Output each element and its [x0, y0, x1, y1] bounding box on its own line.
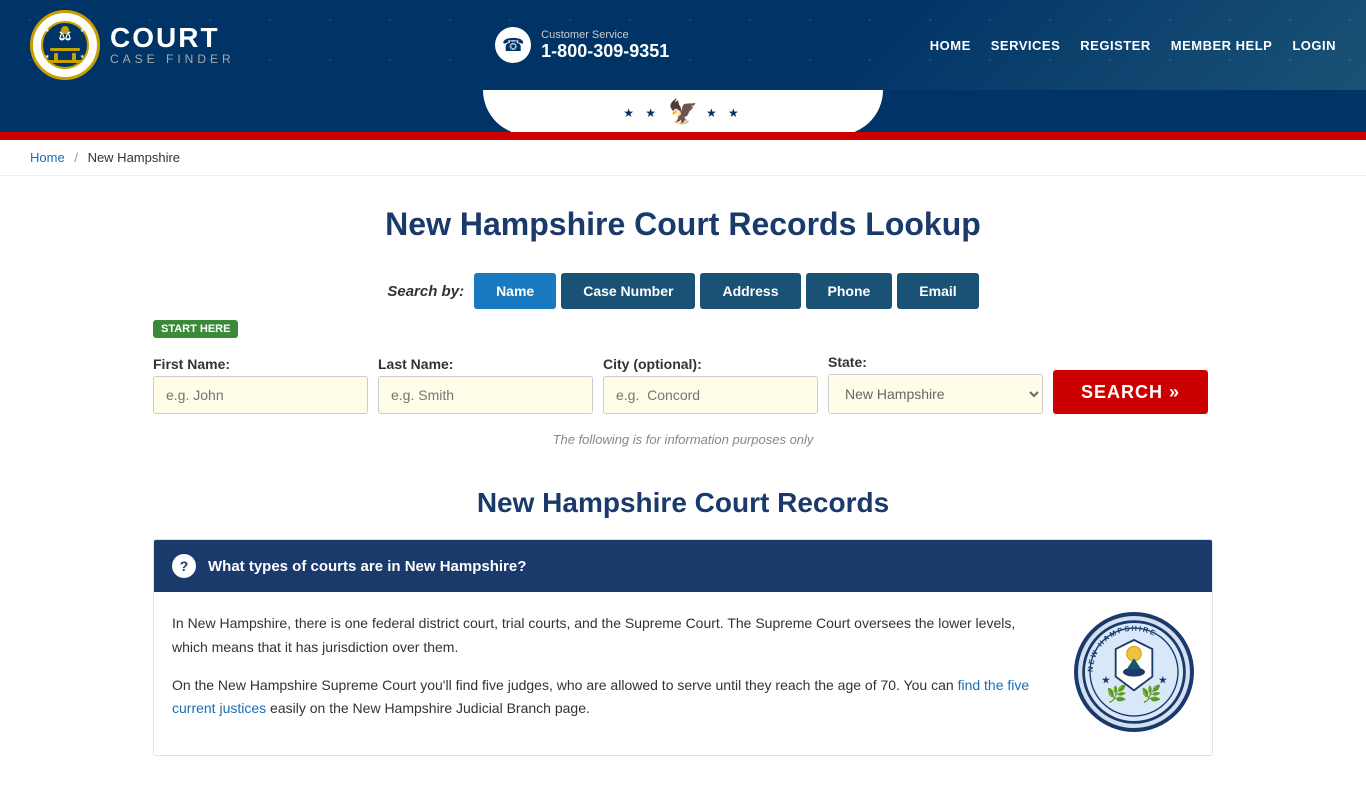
nav-login[interactable]: LOGIN	[1292, 38, 1336, 53]
first-name-label: First Name:	[153, 356, 368, 372]
last-name-input[interactable]	[378, 376, 593, 414]
tab-email[interactable]: Email	[897, 273, 978, 309]
page-title: New Hampshire Court Records Lookup	[153, 206, 1213, 243]
svg-text:🌿: 🌿	[1141, 685, 1162, 704]
breadcrumb: Home / New Hampshire	[0, 140, 1366, 176]
search-button[interactable]: SEARCH »	[1053, 370, 1208, 414]
breadcrumb-home[interactable]: Home	[30, 150, 65, 165]
section-title: New Hampshire Court Records	[153, 487, 1213, 519]
faq-question-text-1: What types of courts are in New Hampshir…	[208, 558, 526, 575]
faq-body-1: In New Hampshire, there is one federal d…	[154, 592, 1212, 755]
faq-question-icon: ?	[172, 554, 196, 578]
first-name-group: First Name:	[153, 356, 368, 414]
site-header: ⚖ ★ ★ ★ ★ COURT CASE FINDER ☎ Customer S…	[0, 0, 1366, 90]
faq-item-1: ? What types of courts are in New Hampsh…	[153, 539, 1213, 756]
search-form-area: START HERE First Name: Last Name: City (…	[153, 319, 1213, 414]
customer-service-text: Customer Service 1-800-309-9351	[541, 29, 669, 62]
start-here-badge: START HERE	[153, 320, 238, 338]
nav-register[interactable]: REGISTER	[1080, 38, 1150, 53]
nav-home[interactable]: HOME	[930, 38, 971, 53]
svg-text:★: ★	[80, 28, 85, 34]
faq-para-1: In New Hampshire, there is one federal d…	[172, 612, 1054, 660]
nav-member-help[interactable]: MEMBER HELP	[1171, 38, 1273, 53]
main-content: New Hampshire Court Records Lookup Searc…	[133, 176, 1233, 791]
svg-text:★: ★	[1158, 675, 1168, 685]
tab-phone[interactable]: Phone	[806, 273, 893, 309]
svg-text:🌿: 🌿	[1107, 685, 1128, 704]
city-input[interactable]	[603, 376, 818, 414]
svg-text:★: ★	[45, 54, 50, 60]
state-select[interactable]: New HampshireAlabamaAlaskaArizonaArkansa…	[828, 374, 1043, 414]
nh-seal-svg: NEW HAMPSHIRE 🌿 🌿 ★	[1079, 617, 1189, 727]
eagle-area: ★ ★ 🦅 ★ ★	[623, 98, 743, 127]
logo-circle: ⚖ ★ ★ ★ ★	[30, 10, 100, 80]
nh-seal: NEW HAMPSHIRE 🌿 🌿 ★	[1074, 612, 1194, 732]
customer-service-phone: 1-800-309-9351	[541, 41, 669, 62]
logo-text: COURT CASE FINDER	[110, 24, 235, 66]
logo-court-label: COURT	[110, 24, 235, 52]
customer-service-icon: ☎	[495, 27, 531, 63]
swoosh-banner: ★ ★ 🦅 ★ ★	[0, 90, 1366, 140]
swoosh-curve: ★ ★ 🦅 ★ ★	[483, 90, 883, 135]
last-name-group: Last Name:	[378, 356, 593, 414]
tab-address[interactable]: Address	[700, 273, 800, 309]
search-by-label: Search by:	[387, 283, 464, 300]
faq-header-1[interactable]: ? What types of courts are in New Hampsh…	[154, 540, 1212, 592]
logo-area: ⚖ ★ ★ ★ ★ COURT CASE FINDER	[30, 10, 235, 80]
svg-text:★: ★	[1101, 675, 1111, 685]
main-nav: HOME SERVICES REGISTER MEMBER HELP LOGIN	[930, 38, 1336, 53]
customer-service-label: Customer Service	[541, 29, 669, 41]
star-row-left: ★ ★	[623, 106, 660, 120]
search-by-row: Search by: Name Case Number Address Phon…	[153, 273, 1213, 309]
nav-services[interactable]: SERVICES	[991, 38, 1061, 53]
faq-link[interactable]: find the five current justices	[172, 677, 1029, 717]
city-label: City (optional):	[603, 356, 818, 372]
faq-para-2: On the New Hampshire Supreme Court you'l…	[172, 674, 1054, 722]
first-name-input[interactable]	[153, 376, 368, 414]
svg-text:★: ★	[45, 28, 50, 34]
nh-seal-inner: NEW HAMPSHIRE 🌿 🌿 ★	[1078, 616, 1190, 728]
city-group: City (optional):	[603, 356, 818, 414]
eagle-icon: 🦅	[668, 98, 698, 127]
search-form: First Name: Last Name: City (optional): …	[153, 354, 1213, 414]
last-name-label: Last Name:	[378, 356, 593, 372]
svg-text:★: ★	[80, 54, 85, 60]
breadcrumb-separator: /	[74, 150, 78, 165]
tab-name[interactable]: Name	[474, 273, 556, 309]
swoosh-red-stripe	[0, 132, 1366, 140]
customer-service-area: ☎ Customer Service 1-800-309-9351	[495, 27, 669, 63]
star-row-right: ★ ★	[706, 106, 743, 120]
info-note: The following is for information purpose…	[153, 432, 1213, 447]
state-group: State: New HampshireAlabamaAlaskaArizona…	[828, 354, 1043, 414]
swoosh-inner: ★ ★ 🦅 ★ ★	[0, 90, 1366, 140]
logo-finder-label: CASE FINDER	[110, 52, 235, 66]
logo-svg: ⚖ ★ ★ ★ ★	[40, 20, 90, 70]
tab-case-number[interactable]: Case Number	[561, 273, 695, 309]
state-label: State:	[828, 354, 1043, 370]
breadcrumb-current: New Hampshire	[88, 150, 180, 165]
faq-body-text-1: In New Hampshire, there is one federal d…	[172, 612, 1054, 735]
